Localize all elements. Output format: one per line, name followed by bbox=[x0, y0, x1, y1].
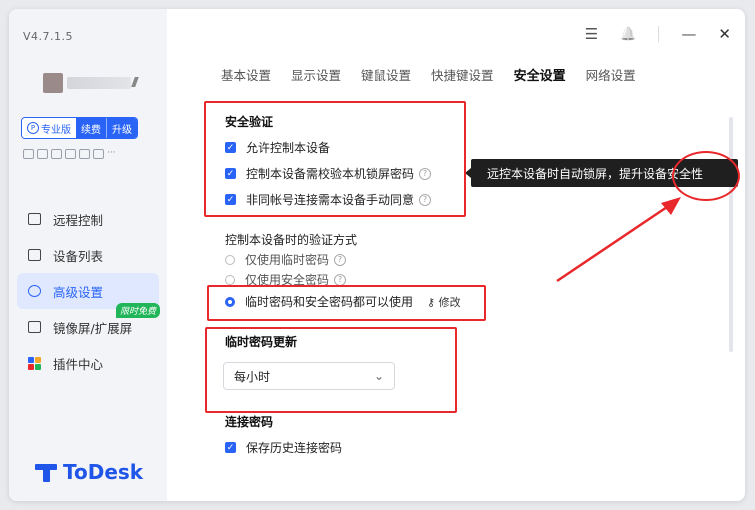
account-caret-icon[interactable] bbox=[131, 77, 139, 87]
logo-text: ToDesk bbox=[63, 460, 144, 484]
option-label: 临时密码和安全密码都可以使用 bbox=[245, 295, 414, 309]
option-label: 仅使用临时密码 bbox=[245, 253, 330, 267]
temp-password-update-select[interactable]: 每小时 ⌄ bbox=[223, 362, 395, 390]
radio-icon[interactable] bbox=[225, 254, 235, 265]
lock-screen-tooltip: 远控本设备时自动锁屏，提升设备安全性 bbox=[465, 159, 738, 187]
tab-shortcuts[interactable]: 快捷键设置 bbox=[431, 65, 494, 84]
sidebar-item-label: 插件中心 bbox=[53, 356, 104, 372]
free-badge: 限时免费 bbox=[115, 303, 160, 318]
checkbox-checked-icon[interactable]: ✓ bbox=[225, 194, 236, 205]
titlebar-divider bbox=[658, 26, 660, 42]
lock-screen-password-option[interactable]: ✓ 控制本设备需校验本机锁屏密码 ? bbox=[225, 165, 432, 182]
renew-button[interactable]: 续费 bbox=[76, 118, 106, 138]
annotation-arrow-icon bbox=[556, 197, 681, 283]
mirror-screen-icon bbox=[27, 320, 41, 334]
feature-camera-icon bbox=[93, 149, 104, 159]
feature-screen-icon bbox=[51, 149, 62, 159]
option-label: 控制本设备需校验本机锁屏密码 bbox=[246, 167, 415, 181]
save-history-password-option[interactable]: ✓ 保存历史连接密码 bbox=[225, 439, 342, 456]
connect-password-title: 连接密码 bbox=[225, 415, 274, 429]
option-label: 允许控制本设备 bbox=[246, 141, 331, 155]
help-icon[interactable]: ? bbox=[419, 167, 432, 180]
tab-basic[interactable]: 基本设置 bbox=[221, 65, 271, 84]
security-verify-title: 安全验证 bbox=[225, 115, 274, 129]
manual-approve-option[interactable]: ✓ 非同帐号连接需本设备手动同意 ? bbox=[225, 191, 432, 208]
minimize-icon[interactable]: — bbox=[681, 25, 696, 43]
bell-icon[interactable]: 🔔 bbox=[620, 27, 636, 42]
temp-password-update-title: 临时密码更新 bbox=[225, 335, 298, 349]
help-icon[interactable]: ? bbox=[334, 253, 347, 266]
todesk-logo-icon bbox=[35, 462, 57, 482]
radio-selected-icon[interactable] bbox=[225, 296, 235, 307]
settings-tabs: 基本设置 显示设置 键鼠设置 快捷键设置 安全设置 网络设置 bbox=[221, 65, 636, 84]
tab-network[interactable]: 网络设置 bbox=[586, 65, 636, 84]
feature-display-icon bbox=[37, 149, 48, 159]
key-icon: ⚷ bbox=[427, 295, 436, 309]
sidebar-item-label: 高级设置 bbox=[53, 284, 104, 300]
select-value: 每小时 bbox=[234, 369, 271, 384]
avatar[interactable] bbox=[43, 73, 63, 93]
device-list-icon bbox=[27, 248, 41, 262]
help-icon[interactable]: ? bbox=[419, 193, 432, 206]
option-label: 保存历史连接密码 bbox=[246, 441, 343, 455]
plan-badge: P 专业版 续费 升级 bbox=[21, 117, 138, 139]
advanced-settings-icon bbox=[27, 284, 41, 298]
both-passwords-option[interactable]: 临时密码和安全密码都可以使用 ⚷ 修改 bbox=[225, 293, 461, 310]
sidebar-item-plugin-center[interactable]: 插件中心 bbox=[17, 345, 159, 381]
plan-label: 专业版 bbox=[41, 124, 71, 136]
option-label: 非同帐号连接需本设备手动同意 bbox=[246, 193, 415, 207]
sidebar-item-label: 设备列表 bbox=[53, 248, 104, 264]
feature-icons: ··· bbox=[23, 149, 116, 159]
checkbox-checked-icon[interactable]: ✓ bbox=[225, 442, 236, 453]
more-icon[interactable]: ··· bbox=[107, 149, 116, 158]
tab-security[interactable]: 安全设置 bbox=[514, 65, 566, 84]
plan-pro[interactable]: P 专业版 bbox=[22, 118, 76, 138]
titlebar: ☰ 🔔 — ✕ bbox=[585, 25, 731, 43]
tab-display[interactable]: 显示设置 bbox=[291, 65, 341, 84]
checkbox-checked-icon[interactable]: ✓ bbox=[225, 168, 236, 179]
version-label: V4.7.1.5 bbox=[23, 30, 74, 43]
pro-icon: P bbox=[27, 122, 39, 134]
sidebar-item-label: 远程控制 bbox=[53, 212, 104, 228]
app-window: V4.7.1.5 P 专业版 续费 升级 ··· 远程控制 设备列表 高级设置 … bbox=[9, 9, 745, 501]
sidebar-item-device-list[interactable]: 设备列表 bbox=[17, 237, 159, 273]
upgrade-button[interactable]: 升级 bbox=[106, 118, 137, 138]
radio-icon[interactable] bbox=[225, 274, 235, 285]
remote-control-icon bbox=[27, 212, 41, 226]
temp-password-only-option[interactable]: 仅使用临时密码 ? bbox=[225, 251, 347, 268]
edit-password-link[interactable]: ⚷ 修改 bbox=[427, 294, 461, 310]
username-blurred[interactable] bbox=[67, 77, 131, 89]
help-icon[interactable]: ? bbox=[334, 273, 347, 286]
sidebar: V4.7.1.5 P 专业版 续费 升级 ··· 远程控制 设备列表 高级设置 … bbox=[9, 9, 167, 501]
sidebar-item-remote-control[interactable]: 远程控制 bbox=[17, 201, 159, 237]
scrollbar[interactable] bbox=[729, 117, 733, 352]
tab-keyboard-mouse[interactable]: 键鼠设置 bbox=[361, 65, 411, 84]
feature-mic-icon bbox=[79, 149, 90, 159]
close-icon[interactable]: ✕ bbox=[718, 25, 731, 43]
security-password-only-option[interactable]: 仅使用安全密码 ? bbox=[225, 271, 347, 288]
feature-gamepad-icon bbox=[23, 149, 34, 159]
chevron-down-icon: ⌄ bbox=[373, 369, 384, 383]
sidebar-item-label: 镜像屏/扩展屏 bbox=[53, 320, 133, 336]
sidebar-nav: 远程控制 设备列表 高级设置 镜像屏/扩展屏 限时免费 插件中心 bbox=[17, 201, 160, 381]
edit-label: 修改 bbox=[438, 295, 461, 309]
option-label: 仅使用安全密码 bbox=[245, 273, 330, 287]
feature-file-icon bbox=[65, 149, 76, 159]
allow-control-option[interactable]: ✓ 允许控制本设备 bbox=[225, 139, 330, 156]
checkbox-checked-icon[interactable]: ✓ bbox=[225, 142, 236, 153]
todesk-logo: ToDesk bbox=[35, 460, 143, 484]
plugin-center-icon bbox=[27, 356, 41, 370]
verify-method-title: 控制本设备时的验证方式 bbox=[225, 233, 358, 247]
sidebar-item-mirror-screen[interactable]: 镜像屏/扩展屏 限时免费 bbox=[17, 303, 160, 345]
menu-icon[interactable]: ☰ bbox=[585, 25, 598, 43]
